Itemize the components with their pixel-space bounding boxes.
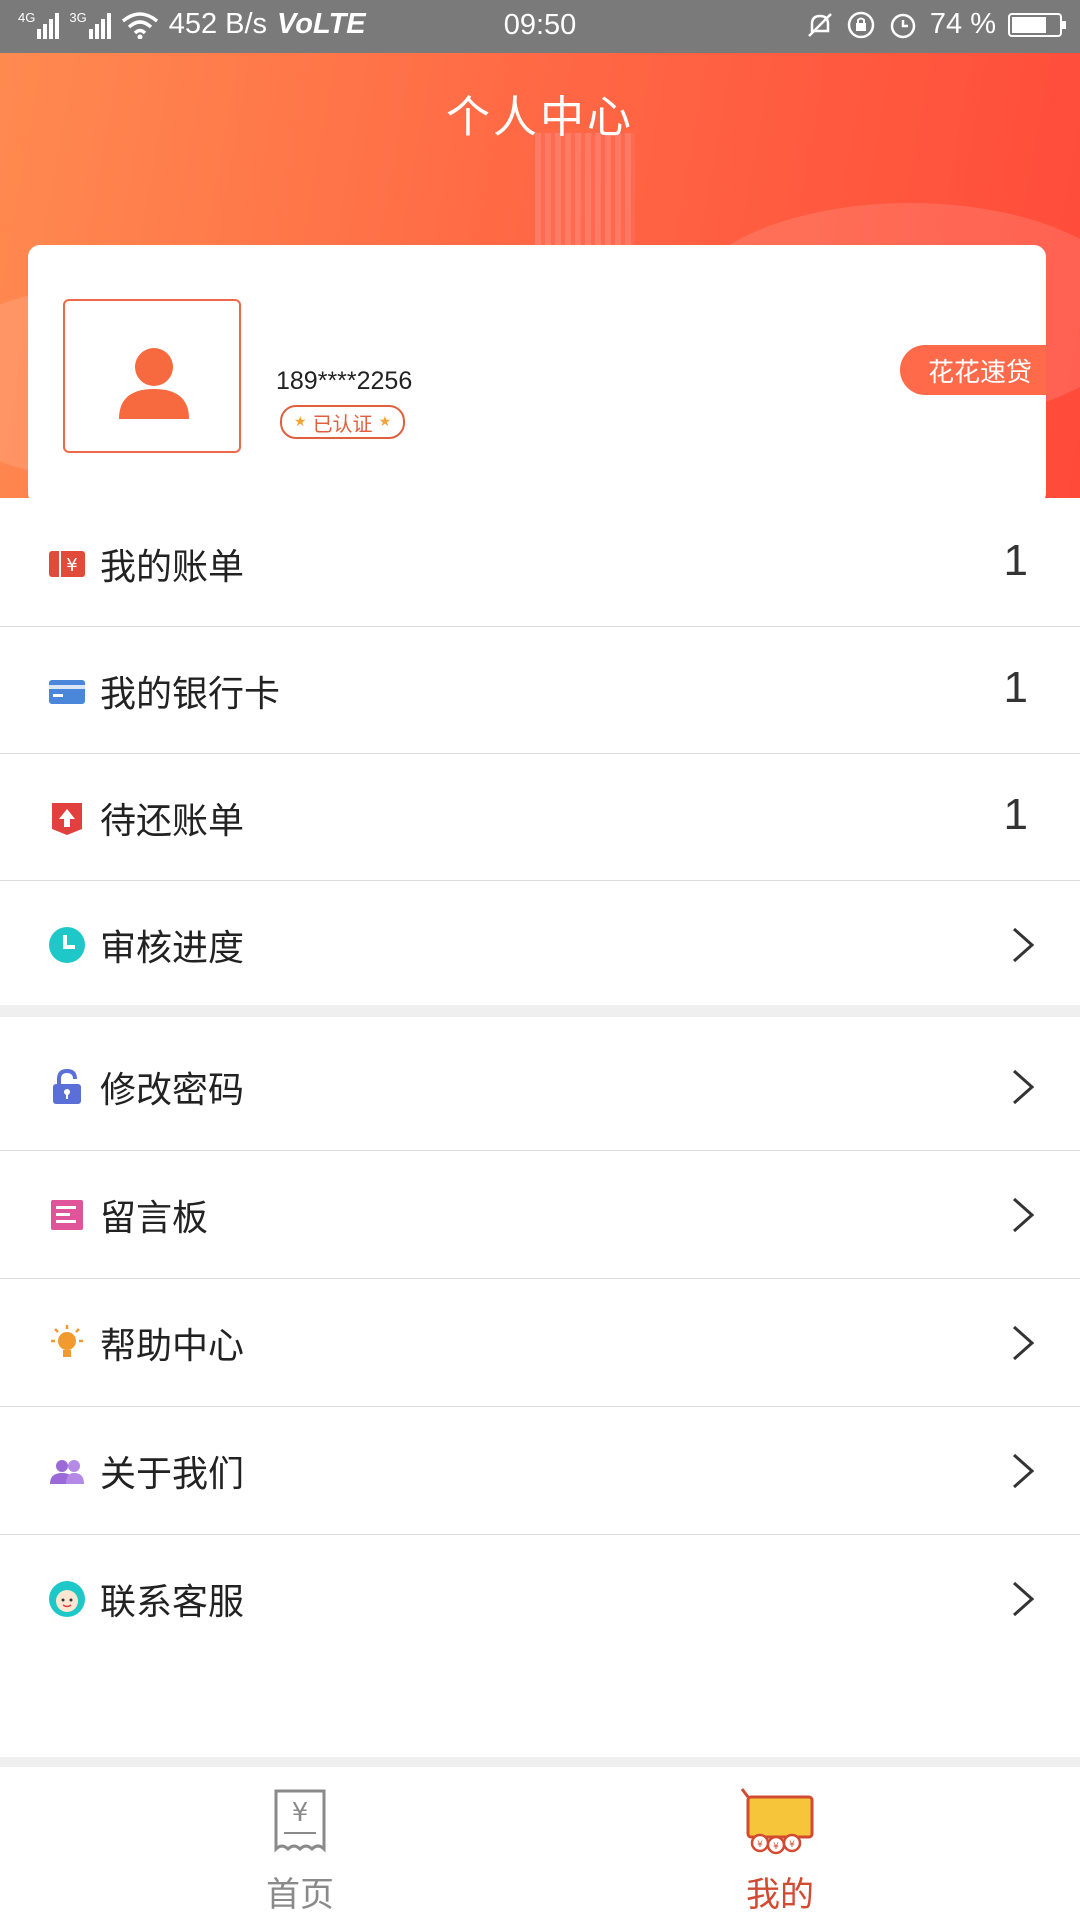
chevron-right-icon (1013, 1581, 1035, 1617)
clock-icon (49, 927, 85, 963)
bottom-divider (0, 1757, 1080, 1767)
menu-label: 审核进度 (100, 928, 245, 969)
menu-item-help-center[interactable]: 帮助中心 (0, 1279, 1080, 1407)
home-receipt-icon: ¥ (274, 1789, 326, 1853)
lightbulb-icon (51, 1325, 83, 1357)
svg-text:¥: ¥ (789, 1840, 795, 1850)
menu-label: 我的账单 (100, 547, 245, 588)
bottom-nav: ¥ 首页 ¥ ¥ ¥ 我的 (0, 1767, 1080, 1921)
screen: 4G 3G 452 B/s VoLTE 09:50 74 % 个人中心 189*… (0, 0, 1080, 1921)
star-icon: ★ (378, 414, 392, 430)
bill-icon: ¥ (49, 551, 85, 577)
menu-label: 待还账单 (100, 801, 245, 842)
menu-group-secondary: 修改密码 留言板 帮助中心 关于我们 联系客服 (0, 1023, 1080, 1663)
menu-item-about-us[interactable]: 关于我们 (0, 1407, 1080, 1535)
chevron-right-icon (1013, 1197, 1035, 1233)
battery-icon (1008, 12, 1066, 37)
menu-label: 修改密码 (100, 1070, 245, 1111)
avatar[interactable] (63, 299, 241, 453)
lock-icon (53, 1068, 81, 1104)
chevron-right-icon (1013, 927, 1035, 963)
mute-bell-icon (808, 12, 832, 37)
svg-text:¥: ¥ (292, 1798, 309, 1828)
alarm-icon (890, 13, 916, 38)
menu-label: 我的银行卡 (100, 674, 281, 715)
bill-count: 1 (1003, 536, 1028, 585)
chevron-right-icon (1013, 1069, 1035, 1105)
menu-item-bills[interactable]: ¥ 我的账单 1 (0, 500, 1080, 627)
brand-tag[interactable]: 花花速贷 (899, 345, 1046, 395)
tab-home[interactable]: ¥ 首页 (30, 1767, 570, 1921)
verified-badge: ★ 已认证 ★ (280, 405, 406, 439)
star-icon: ★ (294, 414, 307, 430)
status-bar: 4G 3G 452 B/s VoLTE 09:50 74 % (0, 0, 1080, 53)
user-phone: 189****2256 (276, 367, 413, 395)
menu-label: 联系客服 (100, 1582, 245, 1623)
chevron-right-icon (1013, 1453, 1035, 1489)
tab-home-label: 首页 (266, 1875, 334, 1915)
verified-label: 已认证 (312, 411, 373, 436)
bank-card-icon (49, 680, 85, 704)
rotation-lock-icon (847, 11, 875, 38)
chevron-right-icon (1013, 1325, 1035, 1361)
repay-count: 1 (1003, 790, 1028, 839)
profile-card: 189****2256 ★ 已认证 ★ 花花速贷 (28, 245, 1046, 505)
svg-text:¥: ¥ (757, 1840, 763, 1850)
svg-text:¥: ¥ (773, 1842, 779, 1852)
people-icon (50, 1460, 84, 1484)
menu-item-pending-repay[interactable]: 待还账单 1 (0, 754, 1080, 881)
repay-icon (52, 803, 82, 835)
menu-group-primary: ¥ 我的账单 1 我的银行卡 1 待还账单 1 审核进度 (0, 500, 1080, 1008)
page-title: 个人中心 (446, 92, 634, 143)
battery-percent: 74 % (929, 8, 996, 40)
menu-item-message-board[interactable]: 留言板 (0, 1151, 1080, 1279)
tab-mine-label: 我的 (746, 1875, 814, 1915)
user-icon (119, 348, 189, 419)
menu-item-bank-cards[interactable]: 我的银行卡 1 (0, 627, 1080, 754)
menu-label: 留言板 (100, 1198, 209, 1239)
menu-item-review-progress[interactable]: 审核进度 (0, 881, 1080, 1008)
menu-label: 帮助中心 (100, 1326, 245, 1367)
customer-service-icon (49, 1581, 85, 1617)
tab-mine[interactable]: ¥ ¥ ¥ 我的 (510, 1767, 1050, 1921)
menu-label: 关于我们 (100, 1454, 245, 1495)
svg-text:¥: ¥ (66, 555, 77, 576)
menu-item-customer-service[interactable]: 联系客服 (0, 1535, 1080, 1663)
message-board-icon (51, 1200, 83, 1230)
wallet-icon: ¥ ¥ ¥ (740, 1788, 814, 1855)
menu-item-change-password[interactable]: 修改密码 (0, 1023, 1080, 1151)
section-divider (0, 1005, 1080, 1017)
card-count: 1 (1003, 663, 1028, 712)
